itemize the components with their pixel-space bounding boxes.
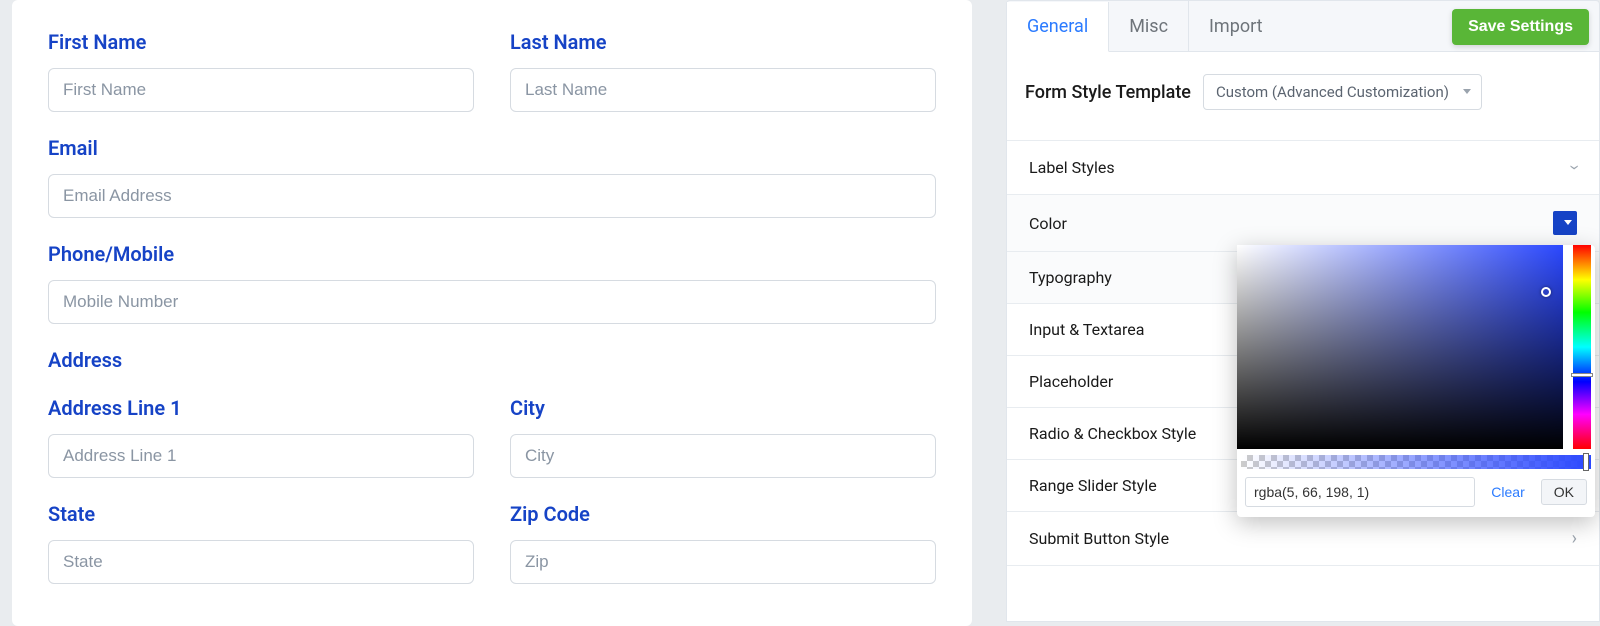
color-picker[interactable]: Clear OK	[1237, 245, 1595, 517]
tab-import[interactable]: Import	[1189, 1, 1282, 51]
alpha-cursor[interactable]	[1583, 453, 1589, 471]
address1-input[interactable]	[48, 434, 474, 478]
color-value-input[interactable]	[1245, 477, 1475, 507]
settings-body: Form Style Template Custom (Advanced Cus…	[1006, 52, 1600, 622]
address-heading: Address	[48, 348, 936, 372]
template-label: Form Style Template	[1025, 82, 1191, 103]
tab-general[interactable]: General	[1007, 2, 1109, 52]
section-submit-button-text: Submit Button Style	[1029, 529, 1169, 548]
hue-cursor[interactable]	[1571, 373, 1593, 377]
template-select-value: Custom (Advanced Customization)	[1216, 83, 1449, 101]
color-swatch[interactable]	[1553, 211, 1577, 235]
last-name-group: Last Name	[510, 30, 936, 112]
email-label: Email	[48, 136, 936, 160]
first-name-label: First Name	[48, 30, 474, 54]
phone-group: Phone/Mobile	[48, 242, 936, 324]
template-row: Form Style Template Custom (Advanced Cus…	[1025, 74, 1581, 110]
section-placeholder-text: Placeholder	[1029, 372, 1113, 391]
state-input[interactable]	[48, 540, 474, 584]
section-label-styles[interactable]: Label Styles ›	[1007, 141, 1599, 195]
address1-group: Address Line 1	[48, 396, 474, 478]
city-input[interactable]	[510, 434, 936, 478]
section-range-slider-text: Range Slider Style	[1029, 476, 1157, 495]
color-clear-button[interactable]: Clear	[1485, 480, 1530, 504]
color-picker-hue[interactable]	[1573, 245, 1591, 449]
first-name-group: First Name	[48, 30, 474, 112]
save-settings-button[interactable]: Save Settings	[1452, 9, 1589, 45]
settings-panel: General Misc Import Save Settings Form S…	[1006, 0, 1600, 626]
section-color[interactable]: Color	[1007, 195, 1599, 252]
address1-label: Address Line 1	[48, 396, 474, 420]
phone-input[interactable]	[48, 280, 936, 324]
chevron-down-icon	[1564, 220, 1572, 225]
city-group: City	[510, 396, 936, 478]
section-submit-button[interactable]: Submit Button Style ›	[1007, 512, 1599, 566]
chevron-down-icon	[1463, 89, 1471, 94]
color-picker-alpha[interactable]	[1241, 455, 1591, 469]
email-input[interactable]	[48, 174, 936, 218]
email-group: Email	[48, 136, 936, 218]
color-picker-cursor[interactable]	[1541, 287, 1551, 297]
section-typography-text: Typography	[1029, 268, 1112, 287]
settings-tabs: General Misc Import Save Settings	[1006, 0, 1600, 52]
section-input-textarea-text: Input & Textarea	[1029, 320, 1144, 339]
zip-label: Zip Code	[510, 502, 936, 526]
zip-group: Zip Code	[510, 502, 936, 584]
last-name-input[interactable]	[510, 68, 936, 112]
state-label: State	[48, 502, 474, 526]
chevron-down-icon: ›	[1564, 165, 1585, 170]
city-label: City	[510, 396, 936, 420]
section-color-text: Color	[1029, 214, 1067, 233]
first-name-input[interactable]	[48, 68, 474, 112]
form-preview-panel: First Name Last Name Email Phone/Mobile …	[12, 0, 972, 626]
zip-input[interactable]	[510, 540, 936, 584]
color-picker-footer: Clear OK	[1237, 477, 1595, 507]
chevron-right-icon: ›	[1572, 528, 1577, 549]
section-label-styles-text: Label Styles	[1029, 158, 1115, 177]
state-group: State	[48, 502, 474, 584]
template-select[interactable]: Custom (Advanced Customization)	[1203, 74, 1482, 110]
color-picker-saturation[interactable]	[1237, 245, 1563, 449]
section-radio-checkbox-text: Radio & Checkbox Style	[1029, 424, 1196, 443]
last-name-label: Last Name	[510, 30, 936, 54]
tab-misc[interactable]: Misc	[1109, 1, 1189, 51]
color-ok-button[interactable]: OK	[1541, 479, 1587, 505]
phone-label: Phone/Mobile	[48, 242, 936, 266]
